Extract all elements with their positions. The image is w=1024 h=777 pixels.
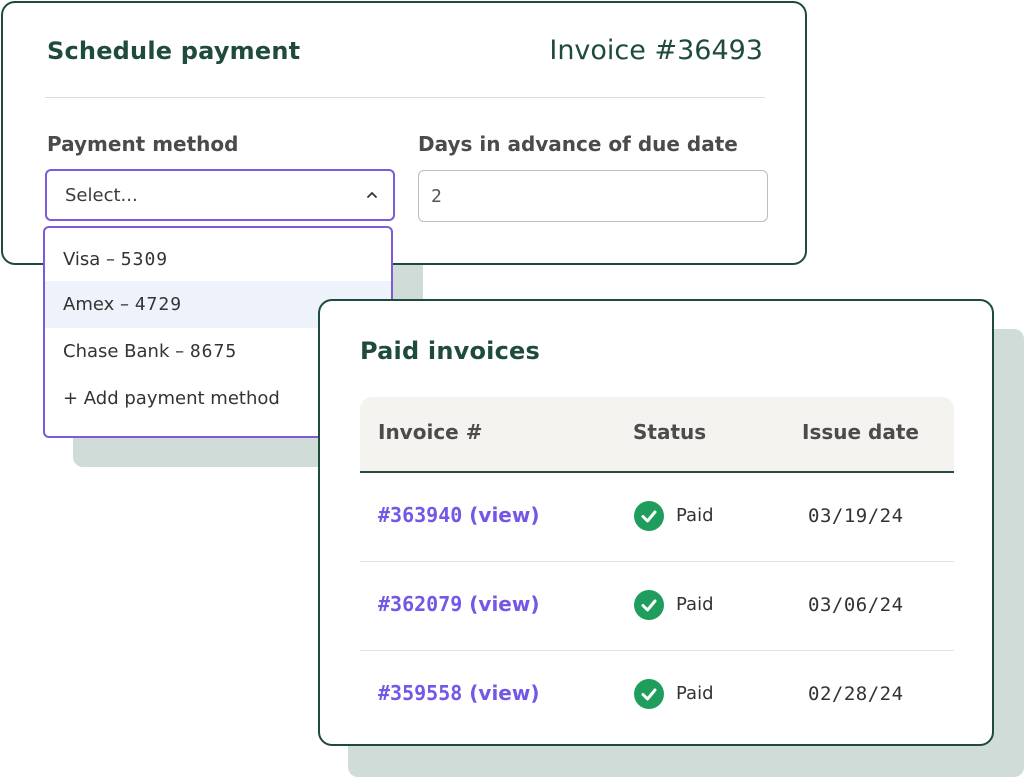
- status-text: Paid: [676, 594, 714, 615]
- days-in-advance-input[interactable]: [418, 170, 768, 222]
- divider: [45, 97, 765, 98]
- option-digits: 8675: [189, 341, 238, 362]
- status-text: Paid: [676, 505, 714, 526]
- column-header-invoice: Invoice #: [378, 420, 483, 444]
- schedule-payment-title: Schedule payment: [47, 37, 301, 65]
- invoice-number: Invoice #36493: [549, 35, 763, 66]
- issue-date: 02/28/24: [808, 683, 904, 705]
- invoices-table: Invoice # Status Issue date #363940 (vie…: [360, 397, 954, 739]
- option-name: Amex –: [63, 294, 135, 315]
- table-row: #363940 (view) Paid 03/19/24: [360, 473, 954, 562]
- invoice-link[interactable]: #359558 (view): [378, 681, 539, 705]
- payment-method-select[interactable]: Select...: [45, 169, 395, 221]
- check-circle-icon: [634, 590, 664, 620]
- table-row: #362079 (view) Paid 03/06/24: [360, 562, 954, 651]
- days-in-advance-label: Days in advance of due date: [418, 132, 738, 156]
- status-text: Paid: [676, 683, 714, 704]
- dropdown-option-visa[interactable]: Visa – 5309: [45, 236, 391, 283]
- check-circle-icon: [634, 679, 664, 709]
- option-digits: 5309: [120, 249, 169, 270]
- invoice-link[interactable]: #362079 (view): [378, 592, 539, 616]
- invoice-number-link[interactable]: #362079: [378, 592, 462, 616]
- issue-date: 03/06/24: [808, 594, 904, 616]
- issue-date: 03/19/24: [808, 505, 904, 527]
- option-digits: 4729: [134, 294, 183, 315]
- invoice-number-link[interactable]: #363940: [378, 503, 462, 527]
- column-header-issue-date: Issue date: [802, 420, 919, 444]
- paid-invoices-card: Paid invoices Invoice # Status Issue dat…: [318, 299, 994, 746]
- invoice-number-link[interactable]: #359558: [378, 681, 462, 705]
- table-header: Invoice # Status Issue date: [360, 397, 954, 473]
- paid-invoices-title: Paid invoices: [360, 337, 540, 365]
- view-link[interactable]: (view): [469, 681, 539, 705]
- option-name: Visa –: [63, 249, 121, 270]
- chevron-up-icon: [367, 192, 377, 198]
- invoice-link[interactable]: #363940 (view): [378, 503, 539, 527]
- option-name: Chase Bank –: [63, 341, 190, 362]
- column-header-status: Status: [633, 420, 707, 444]
- payment-method-select-value: Select...: [65, 185, 138, 206]
- view-link[interactable]: (view): [469, 592, 539, 616]
- check-circle-icon: [634, 501, 664, 531]
- table-row: #359558 (view) Paid 02/28/24: [360, 651, 954, 739]
- payment-method-label: Payment method: [47, 132, 239, 156]
- view-link[interactable]: (view): [469, 503, 539, 527]
